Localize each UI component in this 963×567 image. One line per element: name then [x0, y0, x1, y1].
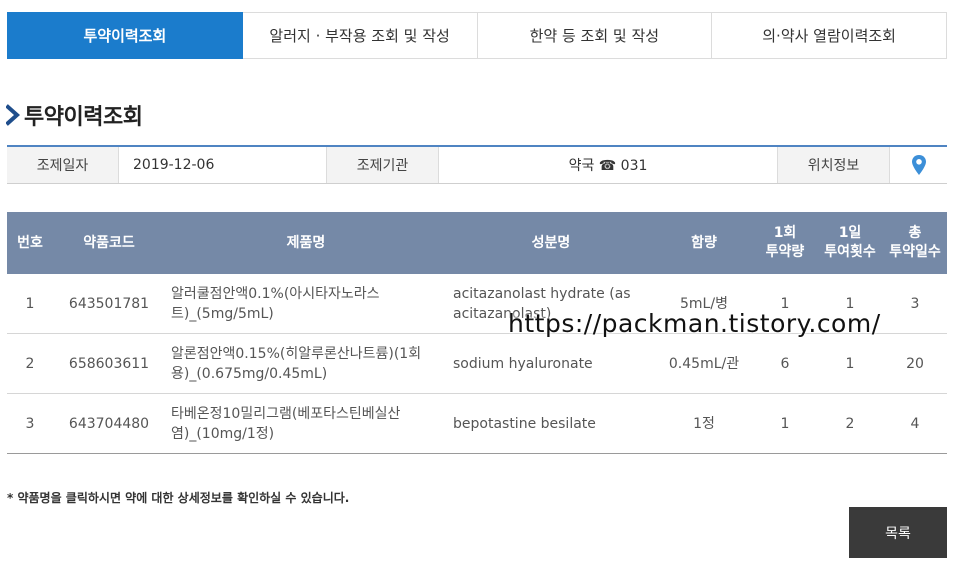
tab-allergy-side-effects[interactable]: 알러지 · 부작용 조회 및 작성 [242, 12, 478, 59]
cell-dose: 1 [753, 393, 817, 454]
cell-code: 643704480 [53, 393, 165, 454]
table-row: 2 658603611 알론점안액0.15%(히알루론산나트륨)(1회용)_(0… [7, 333, 947, 394]
cell-dose: 6 [753, 333, 817, 394]
date-value: 2019-12-06 [133, 157, 215, 173]
header-days: 총 투약일수 [883, 212, 947, 274]
cell-no: 2 [7, 333, 53, 394]
location-button[interactable] [890, 147, 947, 183]
tab-herbal-medicine[interactable]: 한약 등 조회 및 작성 [477, 12, 713, 59]
cell-no: 1 [7, 274, 53, 334]
institution-label: 조제기관 [326, 147, 439, 183]
header-code: 약품코드 [53, 212, 165, 274]
tab-bar: 투약이력조회 알러지 · 부작용 조회 및 작성 한약 등 조회 및 작성 의·… [7, 12, 947, 59]
cell-amount: 1정 [655, 393, 753, 454]
cell-days: 3 [883, 274, 947, 334]
help-note: * 약품명을 클릭하시면 약에 대한 상세정보를 확인하실 수 있습니다. [7, 491, 350, 505]
cell-product: 타베온정10밀리그램(베포타스틴베실산염)_(10mg/1정) [165, 393, 447, 454]
product-link[interactable]: 알론점안액0.15%(히알루론산나트륨)(1회용)_(0.675mg/0.45m… [171, 346, 421, 382]
cell-amount: 0.45mL/관 [655, 333, 753, 394]
header-product: 제품명 [165, 212, 447, 274]
cell-product: 알론점안액0.15%(히알루론산나트륨)(1회용)_(0.675mg/0.45m… [165, 333, 447, 394]
cell-daily: 2 [817, 393, 883, 454]
tab-access-history[interactable]: 의·약사 열람이력조회 [712, 12, 947, 59]
cell-code: 658603611 [53, 333, 165, 394]
cell-ingredient: sodium hyaluronate [447, 333, 655, 394]
header-daily: 1일 투여횟수 [817, 212, 883, 274]
product-link[interactable]: 타베온정10밀리그램(베포타스틴베실산염)_(10mg/1정) [171, 406, 400, 442]
prescription-info: 조제일자 2019-12-06 조제기관 약국 ☎ 031 위치정보 [7, 145, 947, 184]
watermark-url: https://packman.tistory.com/ [508, 309, 881, 338]
header-dose: 1회 투약량 [753, 212, 817, 274]
list-button[interactable]: 목록 [849, 507, 947, 558]
location-label: 위치정보 [777, 147, 890, 183]
cell-days: 20 [883, 333, 947, 394]
cell-product: 알러쿨점안액0.1%(아시타자노라스트)_(5mg/5mL) [165, 274, 447, 334]
chevron-right-icon [6, 104, 20, 126]
header-amount: 함량 [655, 212, 753, 274]
tab-medication-history[interactable]: 투약이력조회 [7, 12, 243, 59]
cell-no: 3 [7, 393, 53, 454]
cell-days: 4 [883, 393, 947, 454]
header-no: 번호 [7, 212, 53, 274]
table-row: 3 643704480 타베온정10밀리그램(베포타스틴베실산염)_(10mg/… [7, 393, 947, 454]
cell-ingredient: bepotastine besilate [447, 393, 655, 454]
page-title: 투약이력조회 [24, 105, 143, 130]
institution-value: 약국 ☎ 031 [568, 158, 648, 174]
cell-daily: 1 [817, 333, 883, 394]
header-ingredient: 성분명 [447, 212, 655, 274]
table-header-row: 번호 약품코드 제품명 성분명 함량 1회 투약량 1일 투여횟수 총 투약일수 [7, 212, 947, 274]
map-pin-icon [911, 155, 926, 175]
page-heading: 투약이력조회 [6, 100, 143, 130]
product-link[interactable]: 알러쿨점안액0.1%(아시타자노라스트)_(5mg/5mL) [171, 286, 379, 322]
date-label: 조제일자 [7, 147, 119, 183]
cell-code: 643501781 [53, 274, 165, 334]
